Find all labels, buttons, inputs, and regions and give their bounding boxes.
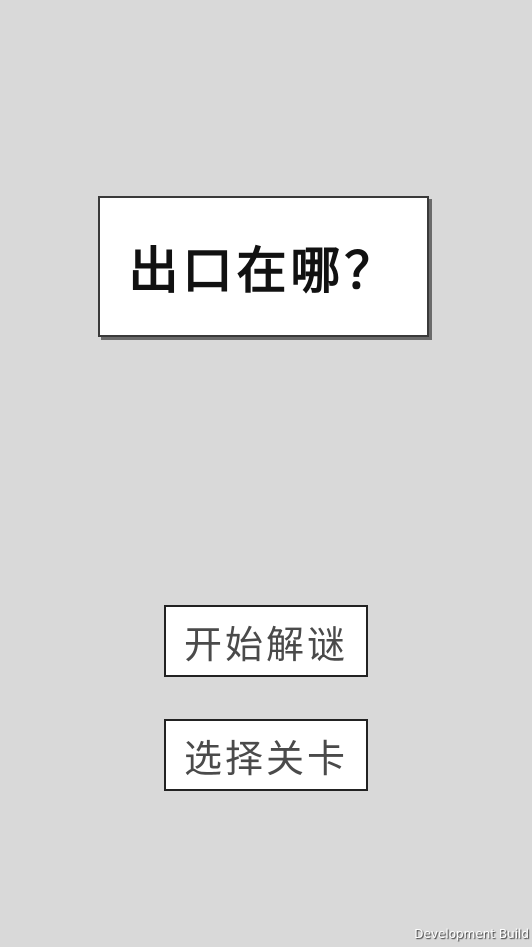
title-panel: 出口在哪？ xyxy=(98,196,429,337)
game-title: 出口在哪？ xyxy=(128,240,399,300)
development-build-label: Development Build xyxy=(414,927,529,941)
select-level-label: 选择关卡 xyxy=(183,736,348,781)
select-level-button[interactable]: 选择关卡 xyxy=(164,719,368,791)
start-puzzle-button[interactable]: 开始解谜 xyxy=(164,605,368,677)
start-puzzle-label: 开始解谜 xyxy=(183,622,348,667)
